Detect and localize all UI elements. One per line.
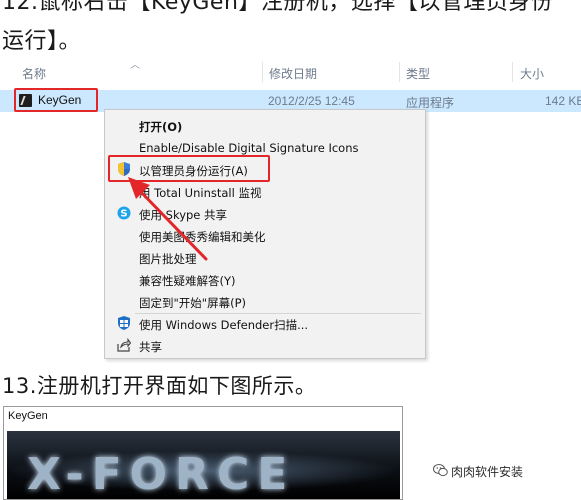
keygen-banner: X-FORCE [7,431,400,500]
wechat-icon [433,464,448,477]
menu-item-share[interactable]: 共享 [139,339,162,355]
step12-instruction-line2: 运行】。 [2,29,82,54]
step12-instruction-line1: 12.鼠标右击【KeyGen】注册机，选择【以管理员身份 [2,0,554,15]
menu-item-compat-troubleshoot[interactable]: 兼容性疑难解答(Y) [139,273,236,289]
menu-item-pin-to-start[interactable]: 固定到"开始"屏幕(P) [139,295,246,311]
column-header-size[interactable]: 大小 [520,65,544,82]
windows-defender-icon [118,316,130,330]
column-header-type[interactable]: 类型 [406,65,430,82]
watermark-text: 肉肉软件安装 [451,465,524,479]
keygen-window: KeyGen X-FORCE [3,406,403,500]
menu-item-defender-scan[interactable]: 使用 Windows Defender扫描... [139,317,308,333]
file-size: 142 KB [545,94,581,108]
column-header-name[interactable]: 名称 [22,65,46,82]
highlight-box-file [14,88,98,112]
menu-item-digital-signature[interactable]: Enable/Disable Digital Signature Icons [139,141,358,155]
file-modified: 2012/2/25 12:45 [268,94,355,108]
column-divider[interactable] [262,62,263,82]
share-icon [117,338,131,352]
sort-chevron-icon: ︿ [130,60,140,71]
menu-separator [135,313,421,314]
column-header-date[interactable]: 修改日期 [269,65,317,82]
keygen-window-title: KeyGen [8,410,48,422]
menu-item-open[interactable]: 打开(O) [139,119,182,135]
step13-instruction: 13.注册机打开界面如下图所示。 [2,374,317,398]
column-divider[interactable] [512,62,513,82]
xforce-logo: X-FORCE [27,449,296,500]
column-divider[interactable] [399,62,400,82]
red-arrow-icon [128,177,208,261]
